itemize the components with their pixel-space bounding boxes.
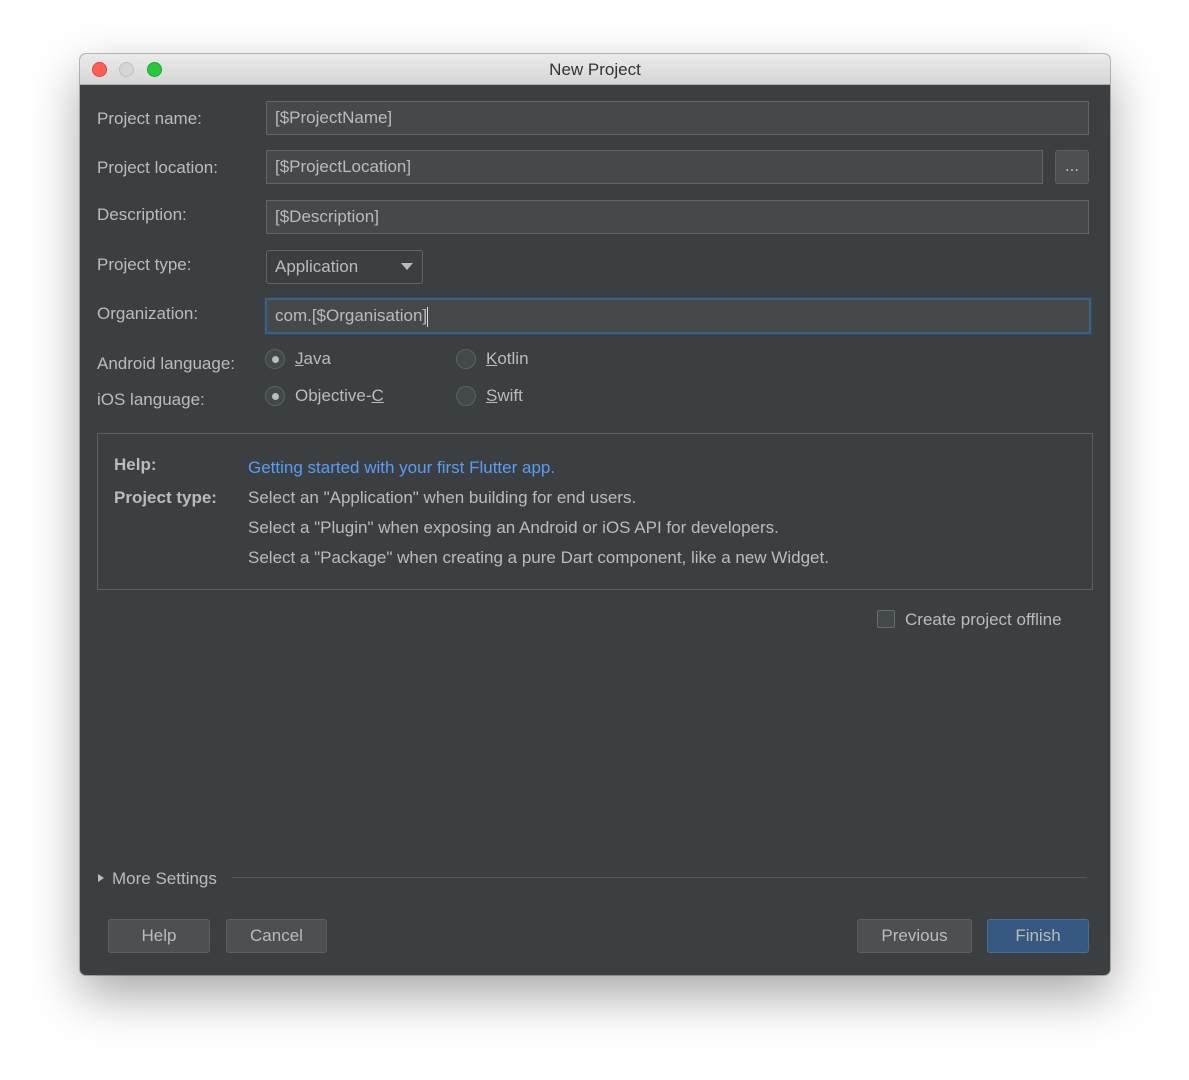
organization-input[interactable]: com.[$Organisation] xyxy=(265,298,1091,334)
project-location-input[interactable]: [$ProjectLocation] xyxy=(266,150,1043,184)
offline-checkbox[interactable] xyxy=(877,610,895,628)
minimize-button[interactable] xyxy=(119,62,134,77)
text-cursor xyxy=(427,306,429,327)
swift-label[interactable]: Swift xyxy=(486,386,523,406)
zoom-button[interactable] xyxy=(147,62,162,77)
swift-radio[interactable] xyxy=(456,386,476,406)
objective-c-label[interactable]: Objective-C xyxy=(295,386,384,406)
organization-label: Organization: xyxy=(97,304,199,323)
project-type-help-label: Project type: xyxy=(114,488,217,507)
project-type-dropdown[interactable]: Application xyxy=(266,250,423,284)
help-line: Select a "Plugin" when exposing an Andro… xyxy=(248,518,779,537)
help-panel: Help: Getting started with your first Fl… xyxy=(97,433,1093,590)
android-language-label: Android language: xyxy=(97,354,236,373)
kotlin-radio[interactable] xyxy=(456,349,476,369)
project-type-value: Application xyxy=(275,257,359,276)
description-input[interactable]: [$Description] xyxy=(266,200,1089,234)
java-label[interactable]: Java xyxy=(295,349,331,369)
project-type-label: Project type: xyxy=(97,255,192,274)
divider xyxy=(232,877,1087,878)
title-bar: New Project xyxy=(80,54,1110,85)
new-project-dialog: New Project Project name: [$ProjectName]… xyxy=(80,54,1110,975)
ios-language-label: iOS language: xyxy=(97,390,205,409)
help-line: Select a "Package" when creating a pure … xyxy=(248,548,829,567)
previous-button[interactable]: Previous xyxy=(857,919,972,953)
java-radio[interactable] xyxy=(265,349,285,369)
help-button[interactable]: Help xyxy=(108,919,210,953)
chevron-down-icon xyxy=(401,263,413,270)
offline-label[interactable]: Create project offline xyxy=(905,610,1062,630)
help-label: Help: xyxy=(114,455,157,474)
project-name-label: Project name: xyxy=(97,109,202,128)
getting-started-link[interactable]: Getting started with your first Flutter … xyxy=(248,458,555,478)
triangle-right-icon[interactable] xyxy=(98,874,104,882)
help-line: Select an "Application" when building fo… xyxy=(248,488,637,507)
project-location-label: Project location: xyxy=(97,158,218,177)
kotlin-label[interactable]: Kotlin xyxy=(486,349,529,369)
more-settings-toggle[interactable]: More Settings xyxy=(112,869,217,889)
organization-value: com.[$Organisation] xyxy=(275,306,428,325)
cancel-button[interactable]: Cancel xyxy=(226,919,327,953)
objective-c-radio[interactable] xyxy=(265,386,285,406)
finish-button[interactable]: Finish xyxy=(987,919,1089,953)
close-button[interactable] xyxy=(92,62,107,77)
description-label: Description: xyxy=(97,205,187,224)
project-name-input[interactable]: [$ProjectName] xyxy=(266,101,1089,135)
browse-button[interactable]: ... xyxy=(1055,150,1089,184)
window-title: New Project xyxy=(549,60,641,79)
